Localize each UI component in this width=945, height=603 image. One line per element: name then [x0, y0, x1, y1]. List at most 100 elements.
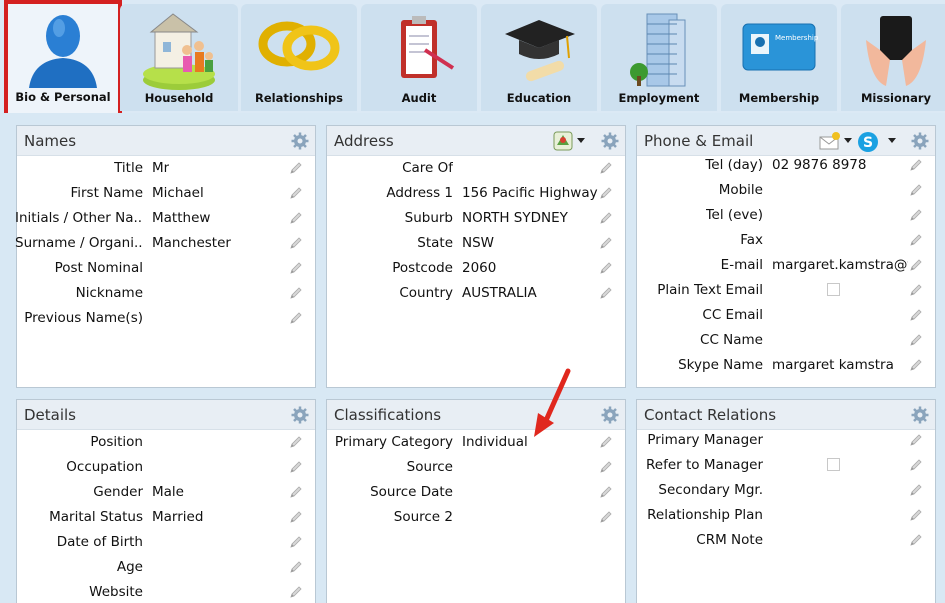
- field-label: Source 2: [393, 509, 453, 525]
- field-label: Plain Text Email: [657, 282, 763, 298]
- field-label: Surname / Organi...: [15, 235, 143, 251]
- gear-icon[interactable]: [601, 132, 619, 150]
- edit-pencil-icon[interactable]: [599, 186, 613, 200]
- email-dropdown-caret[interactable]: [844, 138, 852, 143]
- edit-pencil-icon[interactable]: [909, 458, 923, 472]
- checkbox[interactable]: [827, 458, 840, 471]
- edit-pencil-icon[interactable]: [909, 233, 923, 247]
- field-value[interactable]: 2060: [462, 260, 496, 276]
- checkbox[interactable]: [827, 283, 840, 296]
- edit-pencil-icon[interactable]: [599, 485, 613, 499]
- field-value[interactable]: Married: [152, 509, 203, 525]
- field-label: Source Date: [370, 484, 453, 500]
- field-value[interactable]: margaret.kamstra@th: [772, 257, 908, 273]
- edit-pencil-icon[interactable]: [599, 286, 613, 300]
- field-label: Secondary Mgr.: [658, 482, 763, 498]
- edit-pencil-icon[interactable]: [599, 261, 613, 275]
- panel-title: Names: [24, 132, 77, 150]
- field-value[interactable]: 02 9876 8978: [772, 157, 866, 173]
- edit-pencil-icon[interactable]: [289, 435, 303, 449]
- field-value[interactable]: AUSTRALIA: [462, 285, 537, 301]
- field-label: Fax: [740, 232, 763, 248]
- google-maps-icon[interactable]: [553, 131, 573, 151]
- field-value[interactable]: Manchester: [152, 235, 231, 251]
- panel-header: Contact Relations: [637, 400, 935, 430]
- field-label: Gender: [93, 484, 143, 500]
- edit-pencil-icon[interactable]: [289, 236, 303, 250]
- field-label: Previous Name(s): [24, 310, 143, 326]
- tab-membership[interactable]: Membership Membership: [721, 4, 837, 111]
- hands-book-icon: [866, 16, 926, 86]
- maps-dropdown-caret[interactable]: [577, 138, 585, 143]
- edit-pencil-icon[interactable]: [599, 236, 613, 250]
- gear-icon[interactable]: [601, 406, 619, 424]
- edit-pencil-icon[interactable]: [909, 483, 923, 497]
- gear-icon[interactable]: [291, 406, 309, 424]
- field-row: Source 2: [327, 505, 625, 530]
- edit-pencil-icon[interactable]: [909, 433, 923, 447]
- field-value[interactable]: NSW: [462, 235, 494, 251]
- edit-pencil-icon[interactable]: [289, 211, 303, 225]
- field-label: Occupation: [66, 459, 143, 475]
- gear-icon[interactable]: [911, 132, 929, 150]
- tab-education[interactable]: Education: [481, 4, 597, 111]
- edit-pencil-icon[interactable]: [599, 510, 613, 524]
- tab-employment[interactable]: Employment: [601, 4, 717, 111]
- clipboard-icon: [401, 16, 455, 78]
- edit-pencil-icon[interactable]: [909, 508, 923, 522]
- edit-pencil-icon[interactable]: [909, 333, 923, 347]
- field-row: CRM Note: [637, 528, 935, 553]
- tab-audit[interactable]: Audit: [361, 4, 477, 111]
- edit-pencil-icon[interactable]: [599, 460, 613, 474]
- edit-pencil-icon[interactable]: [909, 183, 923, 197]
- edit-pencil-icon[interactable]: [289, 311, 303, 325]
- skype-dropdown-caret[interactable]: [888, 138, 896, 143]
- edit-pencil-icon[interactable]: [289, 510, 303, 524]
- edit-pencil-icon[interactable]: [289, 585, 303, 599]
- field-label: Address 1: [386, 185, 453, 201]
- edit-pencil-icon[interactable]: [909, 283, 923, 297]
- edit-pencil-icon[interactable]: [909, 358, 923, 372]
- edit-pencil-icon[interactable]: [289, 460, 303, 474]
- tab-bio-personal[interactable]: Bio & Personal: [4, 0, 122, 120]
- tab-household[interactable]: Household: [120, 4, 238, 111]
- tab-missionary[interactable]: Missionary: [841, 4, 945, 111]
- field-value[interactable]: Mr: [152, 160, 169, 176]
- edit-pencil-icon[interactable]: [909, 208, 923, 222]
- gear-icon[interactable]: [911, 406, 929, 424]
- edit-pencil-icon[interactable]: [599, 161, 613, 175]
- field-value[interactable]: Michael: [152, 185, 204, 201]
- edit-pencil-icon[interactable]: [909, 158, 923, 172]
- edit-pencil-icon[interactable]: [289, 485, 303, 499]
- field-value[interactable]: margaret kamstra: [772, 357, 894, 373]
- edit-pencil-icon[interactable]: [909, 308, 923, 322]
- field-row: Tel (day) 02 9876 8978: [637, 153, 935, 178]
- field-row: Postcode 2060: [327, 256, 625, 281]
- phone-email-panel: Phone & Email S Tel (day) 02 9876 8978 Mob…: [636, 125, 936, 388]
- field-value[interactable]: Matthew: [152, 210, 210, 226]
- field-label: Title: [114, 160, 143, 176]
- edit-pencil-icon[interactable]: [289, 535, 303, 549]
- field-value[interactable]: 156 Pacific Highway: [462, 185, 598, 201]
- tab-relationships[interactable]: Relationships: [241, 4, 357, 111]
- field-value[interactable]: NORTH SYDNEY: [462, 210, 568, 226]
- edit-pencil-icon[interactable]: [289, 286, 303, 300]
- edit-pencil-icon[interactable]: [289, 161, 303, 175]
- field-value[interactable]: Individual: [462, 434, 528, 450]
- tab-label: Education: [506, 91, 572, 105]
- edit-pencil-icon[interactable]: [289, 560, 303, 574]
- edit-pencil-icon[interactable]: [289, 186, 303, 200]
- skype-icon[interactable]: S: [857, 131, 879, 153]
- edit-pencil-icon[interactable]: [909, 533, 923, 547]
- edit-pencil-icon[interactable]: [289, 261, 303, 275]
- field-row: Care Of: [327, 156, 625, 181]
- edit-pencil-icon[interactable]: [909, 258, 923, 272]
- email-icon[interactable]: [819, 131, 841, 151]
- contact-detail-area: Names Title Mr First Name Michael Initials /…: [0, 113, 945, 603]
- field-label: Mobile: [718, 182, 763, 198]
- field-row: Skype Name margaret kamstra: [637, 353, 935, 378]
- field-value[interactable]: Male: [152, 484, 184, 500]
- edit-pencil-icon[interactable]: [599, 211, 613, 225]
- edit-pencil-icon[interactable]: [599, 435, 613, 449]
- gear-icon[interactable]: [291, 132, 309, 150]
